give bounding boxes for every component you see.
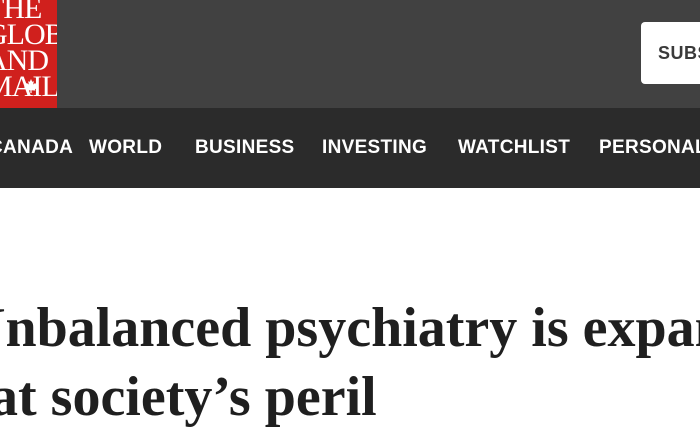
top-header-bar: THE GLOBE AND MAIL SUBSCRIBE <box>0 0 700 108</box>
nav-item-watchlist[interactable]: WATCHLIST <box>458 108 570 188</box>
page: THE GLOBE AND MAIL SUBSCRIBE CANADA WORL… <box>0 0 700 441</box>
subscribe-button[interactable]: SUBSCRIBE <box>641 22 700 84</box>
nav-item-investing[interactable]: INVESTING <box>322 108 427 188</box>
article-headline-line-1: Unbalanced psychiatry is expanding <box>0 297 700 359</box>
article-headline-line-2: at society’s peril <box>0 366 377 428</box>
nav-item-business[interactable]: BUSINESS <box>195 108 295 188</box>
nav-item-canada[interactable]: CANADA <box>0 108 73 188</box>
nav-item-world[interactable]: WORLD <box>89 108 162 188</box>
maple-leaf-icon <box>23 79 39 93</box>
nav-item-personal-finance[interactable]: PERSONAL FINANCE <box>599 108 700 188</box>
site-logo[interactable]: THE GLOBE AND MAIL <box>0 0 57 108</box>
section-nav-bar: CANADA WORLD BUSINESS INVESTING WATCHLIS… <box>0 108 700 188</box>
